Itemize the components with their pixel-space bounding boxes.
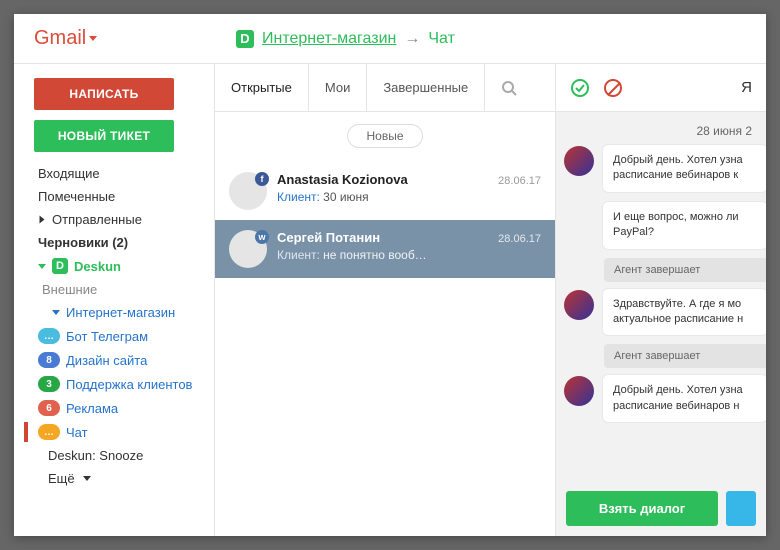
gmail-logo[interactable]: Gmail	[34, 27, 97, 50]
breadcrumb-chat: Чат	[428, 30, 455, 48]
chat-date-divider: 28 июня 2	[556, 112, 766, 144]
nav-telegram[interactable]: …Бот Телеграм	[24, 324, 214, 348]
search-icon	[501, 80, 517, 96]
new-ticket-button[interactable]: НОВЫЙ ТИКЕТ	[34, 120, 174, 152]
header: Gmail D Интернет-магазин → Чат	[14, 14, 766, 64]
avatar	[564, 146, 594, 176]
breadcrumb-store[interactable]: Интернет-магазин	[262, 30, 396, 48]
system-note: Агент завершает	[604, 344, 766, 368]
count-badge: 3	[38, 376, 60, 392]
message-bubble: Добрый день. Хотел узна расписание вебин…	[602, 374, 766, 423]
avatar: w	[229, 230, 267, 268]
chat-assignee: Я	[741, 79, 752, 96]
app-body: НАПИСАТЬ НОВЫЙ ТИКЕТ Входящие Помеченные…	[14, 64, 766, 536]
nav-list: Входящие Помеченные Отправленные Чернови…	[24, 162, 214, 490]
filter-pill-wrap: Новые	[215, 112, 555, 162]
filter-pill-new[interactable]: Новые	[347, 124, 422, 148]
conversation-preview: Клиент: 30 июня	[277, 190, 541, 204]
caret-down-icon	[52, 310, 60, 315]
nav-inbox[interactable]: Входящие	[24, 162, 214, 185]
conversation-list: f Anastasia Kozionova 28.06.17 Клиент: 30 и…	[215, 162, 555, 536]
nav-sent[interactable]: Отправленные	[24, 208, 214, 231]
app-window: Gmail D Интернет-магазин → Чат НАПИСАТЬ …	[14, 14, 766, 536]
arrow-right-icon: →	[404, 30, 420, 48]
caret-right-icon	[40, 216, 45, 224]
nav-support[interactable]: 3Поддержка клиентов	[24, 372, 214, 396]
nav-ads[interactable]: 6Реклама	[24, 396, 214, 420]
aux-button[interactable]	[726, 491, 756, 526]
nav-design[interactable]: 8Дизайн сайта	[24, 348, 214, 372]
conversation-date: 28.06.17	[498, 233, 541, 245]
chat-toolbar: Я	[556, 64, 766, 112]
facebook-icon: f	[255, 172, 269, 186]
system-note: Агент завершает	[604, 258, 766, 282]
active-marker	[24, 422, 28, 442]
message: Добрый день. Хотел узна расписание вебин…	[564, 144, 766, 193]
compose-button[interactable]: НАПИСАТЬ	[34, 78, 174, 110]
take-dialog-button[interactable]: Взять диалог	[566, 491, 718, 526]
conversation-preview: Клиент: не понятно вооб…	[277, 248, 541, 262]
tab-done[interactable]: Завершенные	[367, 64, 485, 111]
nav-drafts[interactable]: Черновики (2)	[24, 231, 214, 254]
nav-snooze[interactable]: Deskun: Snooze	[24, 444, 214, 467]
conversation-panel: Открытые Мои Завершенные Новые f Anastasi…	[214, 64, 556, 536]
breadcrumb: D Интернет-магазин → Чат	[236, 30, 455, 48]
nav-starred[interactable]: Помеченные	[24, 185, 214, 208]
nav-store[interactable]: Интернет-магазин	[24, 301, 214, 324]
conversation-date: 28.06.17	[498, 175, 541, 187]
caret-down-icon	[89, 36, 97, 41]
message: Здравствуйте. А где я мо актуальное расп…	[564, 288, 766, 337]
nav-more[interactable]: Ещё	[24, 467, 214, 490]
conversation-item[interactable]: f Anastasia Kozionova 28.06.17 Клиент: 30 и…	[215, 162, 555, 220]
conversation-name: Сергей Потанин	[277, 230, 380, 245]
message-bubble: Добрый день. Хотел узна расписание вебин…	[602, 144, 766, 193]
message: Добрый день. Хотел узна расписание вебин…	[564, 374, 766, 423]
nav-chat[interactable]: …Чат	[24, 420, 214, 444]
count-badge: 6	[38, 400, 60, 416]
chat-footer: Взять диалог	[556, 481, 766, 536]
avatar	[564, 376, 594, 406]
avatar: f	[229, 172, 267, 210]
avatar	[564, 290, 594, 320]
message: И еще вопрос, можно ли PayPal?	[564, 201, 766, 250]
vk-icon: w	[255, 230, 269, 244]
deskun-icon: D	[236, 30, 254, 48]
tab-open[interactable]: Открытые	[215, 64, 309, 111]
check-circle-icon[interactable]	[570, 78, 590, 98]
search-button[interactable]	[485, 64, 533, 111]
deskun-icon: D	[52, 258, 68, 274]
message-bubble: Здравствуйте. А где я мо актуальное расп…	[602, 288, 766, 337]
chat-panel: Я 28 июня 2 Добрый день. Хотел узна расп…	[556, 64, 766, 536]
caret-down-icon	[83, 476, 91, 481]
chat-badge-icon: …	[38, 328, 60, 344]
conversation-item[interactable]: w Сергей Потанин 28.06.17 Клиент: не понятн…	[215, 220, 555, 278]
tabs: Открытые Мои Завершенные	[215, 64, 555, 112]
message-list: Добрый день. Хотел узна расписание вебин…	[556, 144, 766, 481]
nav-external[interactable]: Внешние	[24, 278, 214, 301]
nav-deskun[interactable]: DDeskun	[24, 254, 214, 278]
conversation-name: Anastasia Kozionova	[277, 172, 408, 187]
count-badge: 8	[38, 352, 60, 368]
tab-mine[interactable]: Мои	[309, 64, 367, 111]
logo-text: Gmail	[34, 27, 86, 50]
ban-icon[interactable]	[604, 79, 622, 97]
chat-badge-icon: …	[38, 424, 60, 440]
caret-down-icon	[38, 264, 46, 269]
message-bubble: И еще вопрос, можно ли PayPal?	[602, 201, 766, 250]
sidebar: НАПИСАТЬ НОВЫЙ ТИКЕТ Входящие Помеченные…	[14, 64, 214, 536]
